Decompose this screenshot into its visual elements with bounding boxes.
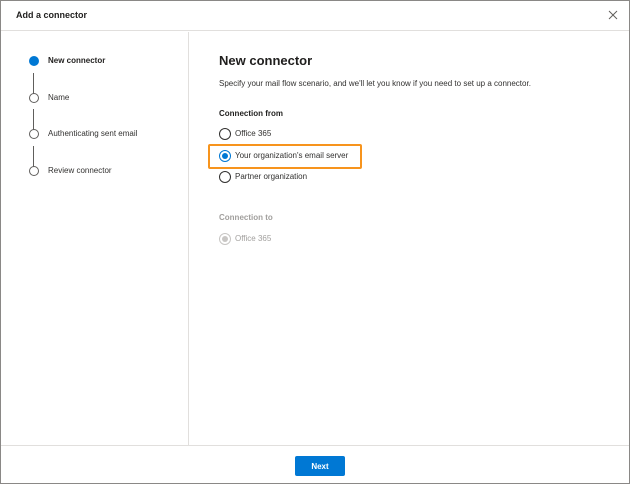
page-title: New connector xyxy=(219,53,313,68)
step-review-connector[interactable]: Review connector xyxy=(29,164,187,178)
step-new-connector[interactable]: New connector xyxy=(29,54,187,68)
radio-office-365-to: Office 365 xyxy=(219,232,419,246)
radio-partner-organization[interactable]: Partner organization xyxy=(219,170,419,184)
step-pending-icon xyxy=(29,166,39,176)
step-name[interactable]: Name xyxy=(29,91,187,105)
dialog-header: Add a connector xyxy=(1,1,629,31)
connection-to-label: Connection to xyxy=(219,213,273,222)
next-button[interactable]: Next xyxy=(295,456,345,476)
step-label: New connector xyxy=(48,56,106,65)
radio-label: Office 365 xyxy=(235,129,272,138)
radio-unchecked-icon xyxy=(219,128,231,140)
radio-office-365-from[interactable]: Office 365 xyxy=(219,127,419,141)
radio-unchecked-icon xyxy=(219,171,231,183)
dialog-title: Add a connector xyxy=(16,10,88,20)
step-pending-icon xyxy=(29,129,39,139)
close-icon[interactable] xyxy=(605,7,621,23)
add-connector-dialog: Add a connector New connector Name Authe… xyxy=(0,0,630,484)
radio-your-organization-email-server[interactable]: Your organization's email server xyxy=(219,149,419,163)
wizard-steps: New connector Name Authenticating sent e… xyxy=(1,32,189,445)
radio-disabled-icon xyxy=(219,233,231,245)
step-active-icon xyxy=(29,56,39,66)
step-label: Name xyxy=(48,93,70,102)
connection-from-label: Connection from xyxy=(219,109,283,118)
step-authenticating-sent-email[interactable]: Authenticating sent email xyxy=(29,127,187,141)
radio-label: Partner organization xyxy=(235,172,308,181)
step-label: Review connector xyxy=(48,166,112,175)
radio-checked-icon xyxy=(219,150,231,162)
page-description: Specify your mail flow scenario, and we'… xyxy=(219,79,531,88)
radio-label: Office 365 xyxy=(235,234,272,243)
step-pending-icon xyxy=(29,93,39,103)
dialog-footer: Next xyxy=(1,445,629,483)
step-label: Authenticating sent email xyxy=(48,129,138,138)
radio-label: Your organization's email server xyxy=(235,151,349,160)
